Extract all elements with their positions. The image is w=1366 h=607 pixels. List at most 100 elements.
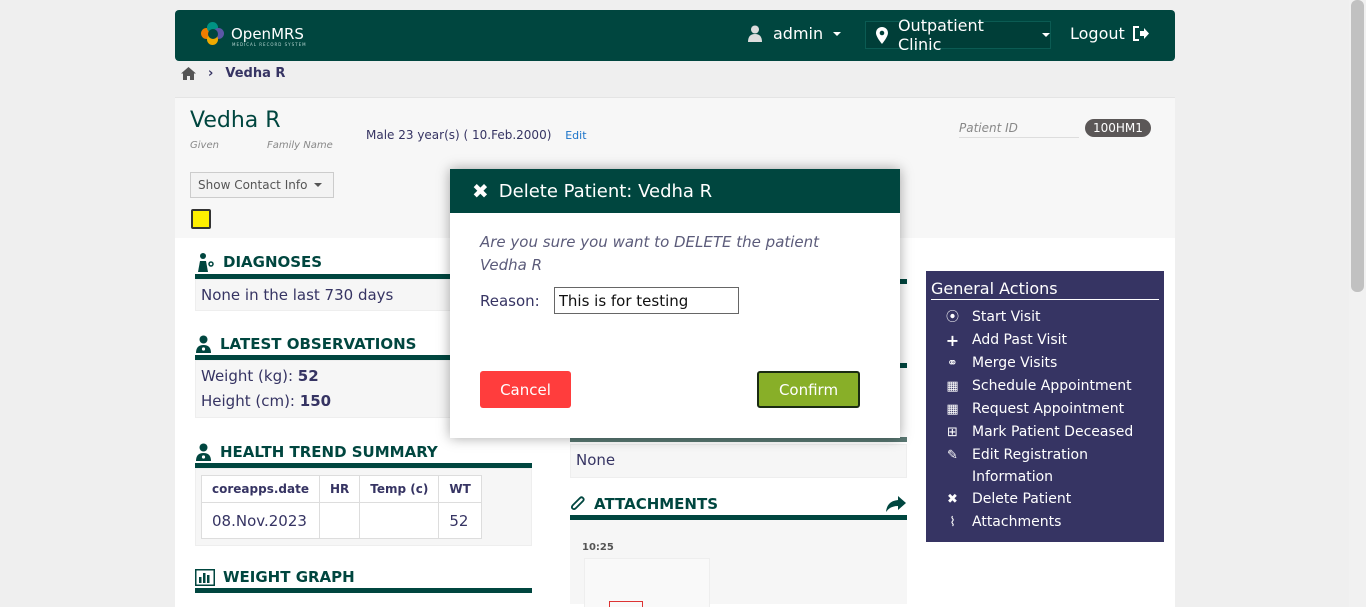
logout-label: Logout	[1070, 24, 1125, 43]
trend-body: coreapps.date HR Temp (c) WT 08.Nov.2023…	[195, 468, 532, 546]
reason-row: Reason:	[480, 287, 870, 314]
patient-id-label: Patient ID	[959, 121, 1079, 138]
user-menu[interactable]: admin	[747, 24, 842, 43]
dialog-body: Are you sure you want to DELETE the pati…	[450, 213, 900, 332]
breadcrumb-patient[interactable]: Vedha R	[225, 66, 285, 81]
openmrs-logo[interactable]: OpenMRS MEDICAL RECORD SYSTEM	[201, 22, 307, 47]
bar-chart-icon	[195, 568, 215, 586]
calendar-icon: ▦	[946, 402, 959, 417]
weight-label: Weight (kg):	[201, 367, 293, 385]
plus-square-icon: ⊞	[947, 425, 958, 440]
logout-link[interactable]: Logout	[1070, 24, 1150, 43]
calendar-icon: ▦	[946, 379, 959, 394]
cancel-button[interactable]: Cancel	[480, 371, 571, 408]
trend-table: coreapps.date HR Temp (c) WT 08.Nov.2023…	[201, 475, 482, 539]
paperclip-icon: ⌇	[949, 515, 956, 530]
edit-link[interactable]: Edit	[565, 129, 586, 142]
weight-value: 52	[297, 367, 319, 385]
action-schedule-appointment[interactable]: ▦ Schedule Appointment	[931, 375, 1159, 398]
confirm-button[interactable]: Confirm	[757, 371, 860, 408]
table-cell	[318, 502, 361, 539]
action-attachments[interactable]: ⌇ Attachments	[931, 511, 1159, 534]
scrollbar-thumb[interactable]	[1351, 0, 1364, 292]
share-icon[interactable]	[885, 495, 907, 513]
stethoscope-icon	[198, 253, 214, 272]
general-actions-title: General Actions	[931, 279, 1159, 300]
action-label: Attachments	[972, 514, 1062, 530]
table-row: 08.Nov.2023 52	[201, 502, 482, 539]
chevron-down-icon	[833, 31, 842, 36]
demographics-text: Male 23 year(s) ( 10.Feb.2000)	[366, 128, 552, 142]
action-label: Schedule Appointment	[972, 378, 1132, 394]
general-actions-panel: General Actions ⦿ Start Visit + Add Past…	[926, 271, 1164, 542]
user-name: admin	[773, 24, 824, 43]
sign-out-icon	[1132, 26, 1149, 41]
column-header: Temp (c)	[359, 475, 440, 503]
action-start-visit[interactable]: ⦿ Start Visit	[931, 306, 1159, 329]
action-request-appointment[interactable]: ▦ Request Appointment	[931, 398, 1159, 421]
patient-id-badge: 100HM1	[1085, 119, 1151, 137]
openmrs-logo-icon	[201, 22, 225, 46]
dialog-header: ✖ Delete Patient: Vedha R	[450, 169, 900, 213]
patient-name: Vedha R	[190, 108, 281, 133]
patient-demographics: Male 23 year(s) ( 10.Feb.2000) Edit	[366, 128, 587, 142]
attachment-time: 10:25	[582, 542, 614, 553]
attachment-thumbnail[interactable]	[584, 558, 710, 607]
link-icon: ⚭	[947, 356, 958, 371]
reason-input[interactable]	[553, 287, 739, 314]
height-value: 150	[299, 392, 332, 410]
observations-title: LATEST OBSERVATIONS	[220, 335, 417, 353]
action-label: Request Appointment	[972, 401, 1125, 417]
action-delete-patient[interactable]: ✖ Delete Patient	[931, 488, 1159, 511]
location-selector[interactable]: Outpatient Clinic	[865, 16, 1051, 54]
column-header: coreapps.date	[201, 475, 320, 503]
given-name-label: Given	[190, 140, 219, 151]
diagnoses-title: DIAGNOSES	[223, 253, 323, 271]
action-mark-deceased[interactable]: ⊞ Mark Patient Deceased	[931, 421, 1159, 444]
attachments-title: ATTACHMENTS	[594, 495, 719, 513]
reason-label: Reason:	[480, 291, 540, 310]
home-icon[interactable]	[181, 67, 196, 80]
action-add-past-visit[interactable]: + Add Past Visit	[931, 329, 1159, 352]
logo-text: OpenMRS	[231, 25, 304, 43]
height-label: Height (cm):	[201, 392, 295, 410]
table-cell	[359, 502, 440, 539]
family-name-label: Family Name	[267, 140, 333, 151]
user-md-icon	[196, 443, 211, 461]
action-merge-visits[interactable]: ⚭ Merge Visits	[931, 352, 1159, 375]
weight-graph-title: WEIGHT GRAPH	[223, 568, 355, 586]
action-label: Edit Registration Information	[972, 447, 1088, 485]
column-header: HR	[318, 475, 361, 503]
chevron-right-icon: ›	[208, 66, 214, 81]
action-label: Start Visit	[972, 309, 1041, 325]
chevron-down-icon	[1042, 33, 1050, 37]
action-label: Mark Patient Deceased	[972, 424, 1134, 440]
show-contact-info-button[interactable]: Show Contact Info	[190, 172, 334, 198]
sticky-note-icon[interactable]	[191, 209, 211, 229]
trend-title: HEALTH TREND SUMMARY	[220, 443, 438, 461]
column-header: WT	[438, 475, 482, 503]
trend-header: HEALTH TREND SUMMARY	[195, 443, 532, 468]
show-contact-label: Show Contact Info	[198, 178, 308, 192]
paperclip-icon	[570, 496, 585, 511]
logo-subtext: MEDICAL RECORD SYSTEM	[232, 42, 307, 47]
page-scrollbar[interactable]	[1349, 0, 1366, 607]
top-navbar: OpenMRS MEDICAL RECORD SYSTEM admin Outp…	[175, 10, 1175, 61]
location-name: Outpatient Clinic	[897, 16, 984, 54]
attachments-heading: ATTACHMENTS	[570, 495, 718, 513]
breadcrumb: › Vedha R	[181, 66, 285, 81]
pencil-icon: ✎	[947, 448, 958, 463]
action-label: Add Past Visit	[972, 332, 1068, 348]
map-pin-icon: ⦿	[945, 310, 959, 325]
plus-icon: +	[945, 331, 960, 350]
weight-graph-section: WEIGHT GRAPH	[195, 568, 532, 593]
middle-none: None	[570, 444, 907, 478]
table-cell: 08.Nov.2023	[201, 502, 320, 539]
action-label: Delete Patient	[972, 491, 1072, 507]
table-header-row: coreapps.date HR Temp (c) WT	[201, 475, 482, 503]
user-md-icon	[196, 335, 211, 353]
attachments-header: ATTACHMENTS	[570, 495, 907, 520]
weight-graph-header: WEIGHT GRAPH	[195, 568, 532, 593]
action-edit-registration[interactable]: ✎ Edit Registration Information	[931, 444, 1159, 488]
health-trend-section: HEALTH TREND SUMMARY coreapps.date HR Te…	[195, 443, 532, 546]
